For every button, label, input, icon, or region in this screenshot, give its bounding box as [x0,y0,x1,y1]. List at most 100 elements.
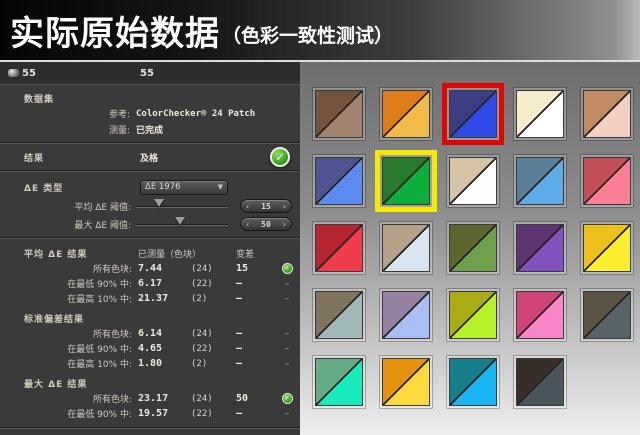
slider-rows: 平均 ΔE 阈值: ‹ 15 › 最大 ΔE 阈值: ‹ 50 › [0,197,300,233]
patch-swatch [449,224,497,272]
section-title-row: 最大 ΔE 结果 [0,376,300,391]
patch-selector-row[interactable]: 55 55 [0,62,300,85]
color-patch[interactable] [514,222,566,274]
row-status: – [284,343,290,354]
row-label: 在最高 10% 中: [67,295,132,305]
reference-value: ColorChecker® 24 Patch [136,108,256,119]
stepper-increment-icon[interactable]: › [283,202,286,211]
patch-number-label: 55 [22,67,36,79]
row-count: (24) [191,393,213,404]
color-patch[interactable] [313,88,365,140]
page-subtitle: （色彩一致性测试） [222,24,394,47]
pass-check-icon: ✓ [281,263,293,274]
row-status: – [284,278,290,289]
table-row: 在最低 90% 中: 19.57 (22) – – [0,406,300,421]
row-variance: 50 [236,393,249,404]
divider [0,427,300,429]
screenshot-stage: 实际原始数据 （色彩一致性测试） 55 55 数据集 参考: ColorChec… [0,0,640,435]
color-patch[interactable] [313,222,365,274]
table-row: 在最低 90% 中: 4.65 (22) – – [0,341,300,356]
row-value: 6.17 [138,278,163,289]
chevron-down-icon: ▼ [217,183,223,191]
value-stepper[interactable]: ‹ 50 › [240,217,292,231]
color-patch[interactable] [447,356,499,408]
table-row: 所有色块: 7.44 (24) 15 ✓ [0,261,300,276]
reference-row: 参考: ColorChecker® 24 Patch [0,106,300,121]
patch-swatch [315,90,363,138]
row-label: 在最低 90% 中: [67,280,132,290]
value-stepper[interactable]: ‹ 15 › [240,199,292,213]
color-patch[interactable] [514,289,566,341]
stepper-increment-icon[interactable]: › [283,220,286,229]
col-header-measured: 已测量（色块） [138,249,202,260]
color-patch[interactable] [313,289,365,341]
dataset-section: 数据集 参考: ColorChecker® 24 Patch 测量: 已完成 [0,85,300,142]
row-status: ✓ [276,263,298,274]
table-row: 在最高 10% 中: 21.37 (2) – – [0,291,300,306]
row-variance: 15 [236,263,249,274]
measurement-panel: 55 55 数据集 参考: ColorChecker® 24 Patch 测量:… [0,62,300,435]
stepper-value: 50 [261,219,271,229]
color-patch[interactable] [380,356,432,408]
color-patch[interactable] [581,289,633,341]
color-patch[interactable] [313,356,365,408]
patch-preview-panel [300,62,640,435]
color-patch[interactable] [581,222,633,274]
delta-e-type-dropdown[interactable]: ΔE 1976 ▼ [140,179,228,195]
color-patch[interactable] [514,356,566,408]
result-label: 结果 [24,153,45,164]
color-patch[interactable] [514,155,566,207]
patch-swatch [583,224,631,272]
measurement-value: 已完成 [136,126,164,136]
dropdown-value: ΔE 1976 [145,182,181,192]
patch-swatch [315,291,363,339]
color-patch[interactable] [380,222,432,274]
row-value: 19.57 [138,408,169,419]
row-label: 所有色块: [92,330,132,340]
slider-thumb[interactable] [154,199,164,207]
color-patch[interactable] [447,155,499,207]
slider-row: 最大 ΔE 阈值: ‹ 50 › [0,215,300,233]
color-patch[interactable] [380,88,432,140]
slider-label: 平均 ΔE 阈值: [74,202,131,213]
result-value: 及格 [140,153,159,164]
color-patch-highlighted-yellow[interactable] [380,155,432,207]
delta-e-type-row: ΔE 类型 ΔE 1976 ▼ [0,177,300,197]
row-value: 6.14 [138,328,163,339]
row-variance: – [236,358,243,369]
page-title: 实际原始数据 [10,13,220,54]
patch-swatch [382,157,430,205]
row-status: – [284,293,290,304]
section-title: 平均 ΔE 结果 [24,249,88,260]
slider-track[interactable] [136,199,228,208]
color-patch[interactable] [514,88,566,140]
slider-thumb[interactable] [175,217,186,225]
patch-swatch [516,358,564,406]
color-patch[interactable] [581,88,633,140]
color-patch-highlighted-red[interactable] [447,88,499,140]
pass-check-icon: ✓ [281,393,293,404]
patch-swatch [449,291,497,339]
table-row: 所有色块: 23.17 (24) 50 ✓ [0,391,300,406]
stepper-decrement-icon[interactable]: ‹ [246,202,249,211]
patch-swatch [382,291,430,339]
color-patch[interactable] [447,222,499,274]
table-row: 在最低 90% 中: 6.17 (22) – – [0,276,300,291]
stepper-value: 15 [261,201,271,211]
color-patch[interactable] [447,289,499,341]
patch-swatch [449,358,497,406]
row-status: – [284,328,290,339]
row-count: (2) [191,293,208,304]
stepper-decrement-icon[interactable]: ‹ [246,220,249,229]
color-patch[interactable] [313,155,365,207]
patch-swatch [583,291,631,339]
slider-track[interactable] [136,217,228,226]
color-patch[interactable] [581,155,633,207]
dataset-section-title: 数据集 [24,95,55,105]
color-patch[interactable] [380,289,432,341]
patch-swatch [315,358,363,406]
row-label: 在最低 90% 中: [67,345,132,355]
row-label: 在最低 90% 中: [67,410,132,420]
row-count: (24) [191,263,213,274]
row-count: (2) [191,358,208,369]
